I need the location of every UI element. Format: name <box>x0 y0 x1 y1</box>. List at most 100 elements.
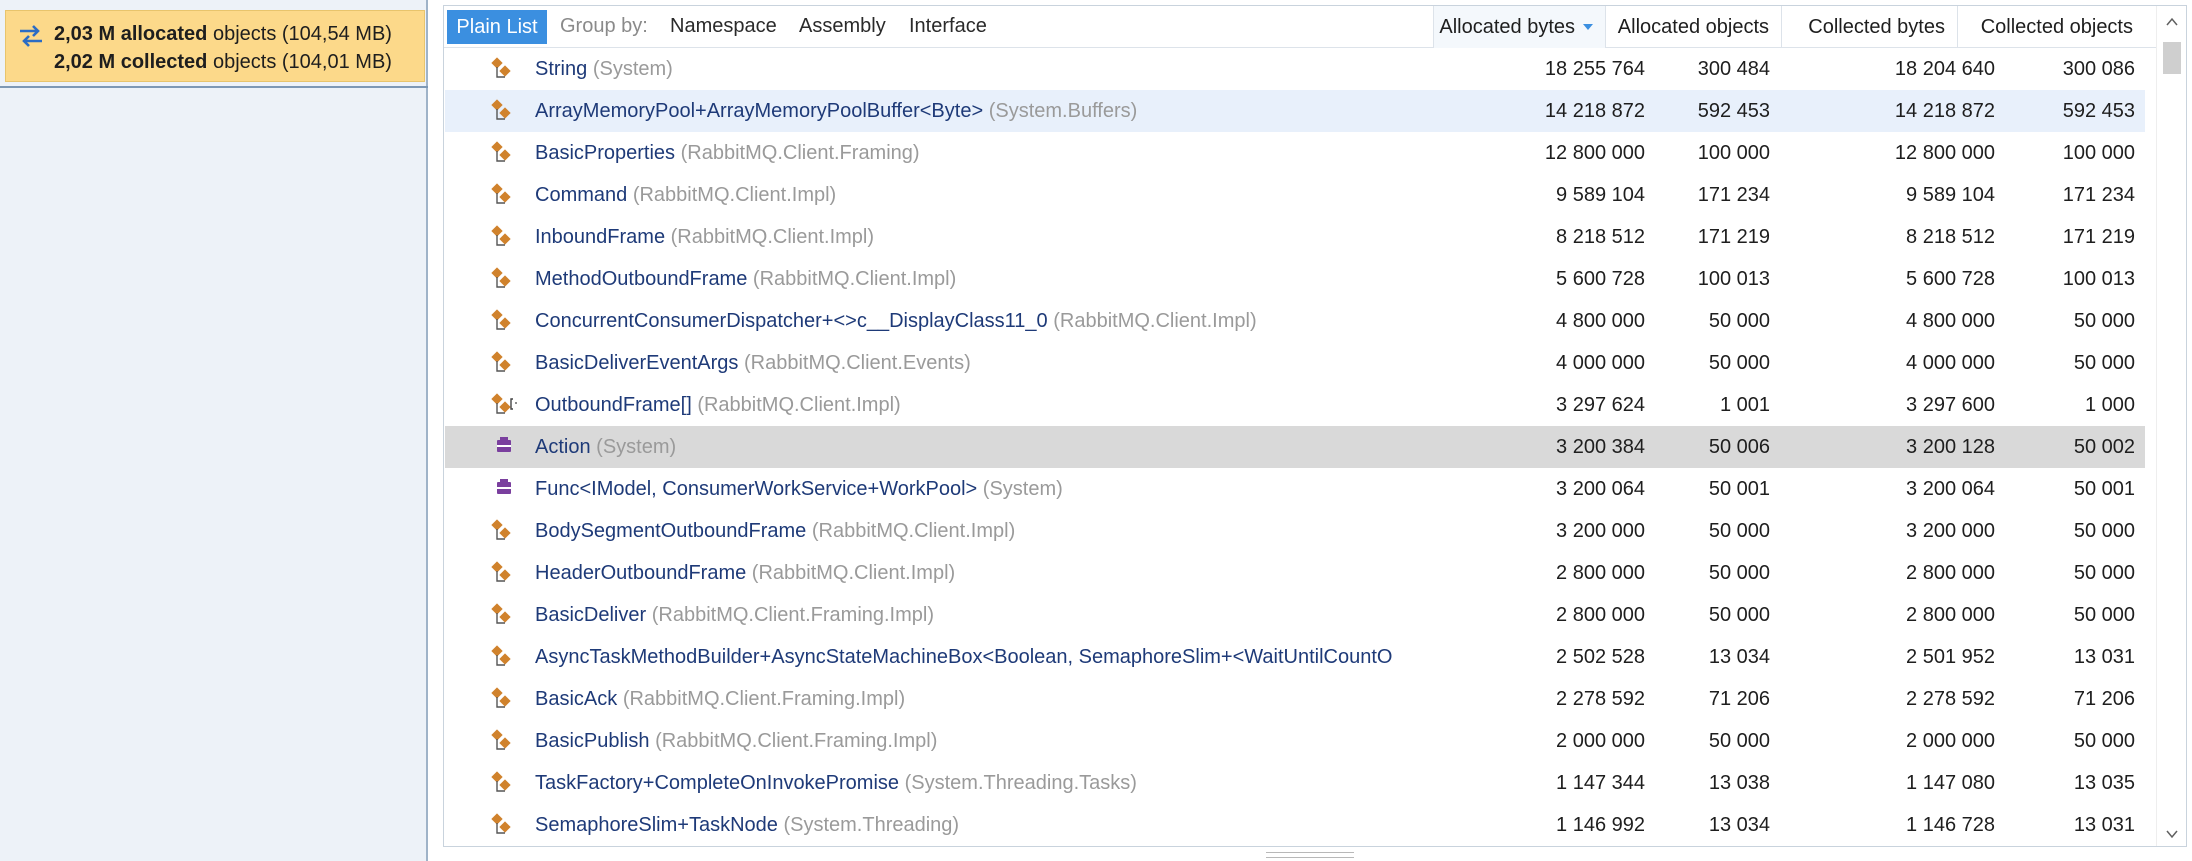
table-row[interactable]: BasicPublish (RabbitMQ.Client.Framing.Im… <box>445 720 2145 762</box>
allocated-bytes-cell: 18 255 764 <box>1544 58 1645 80</box>
plain-list-button[interactable]: Plain List <box>447 10 547 44</box>
class-icon <box>489 813 517 837</box>
allocated-bytes-cell: 2 800 000 <box>1556 604 1645 626</box>
class-icon <box>489 561 517 585</box>
collected-objects-cell: 171 234 <box>2062 184 2135 206</box>
collected-bytes-cell: 4 800 000 <box>1906 310 1995 332</box>
group-namespace-button[interactable]: Namespace <box>670 15 777 38</box>
table-row[interactable]: InboundFrame (RabbitMQ.Client.Impl) 8 218… <box>445 216 2145 258</box>
type-namespace: (RabbitMQ.Client.Impl) <box>811 520 1016 542</box>
allocated-objects-cell: 592 453 <box>1697 100 1770 122</box>
column-collected-objects[interactable]: Collected objects <box>1957 6 2145 48</box>
collected-objects-cell: 50 000 <box>2073 520 2135 542</box>
allocated-summary: 2,03 M allocated objects (104,54 MB) <box>54 23 392 45</box>
type-name: ConcurrentConsumerDispatcher+<>c__Displa… <box>535 310 1257 332</box>
table-row[interactable]: String (System) 18 255 764 300 484 18 204 6… <box>445 48 2145 90</box>
table-row[interactable]: Command (RabbitMQ.Client.Impl) 9 589 104 1… <box>445 174 2145 216</box>
type-name: BodySegmentOutboundFrame (RabbitMQ.Clien… <box>535 520 1016 542</box>
column-collected-bytes[interactable]: Collected bytes <box>1781 6 1957 48</box>
collected-bytes-cell: 9 589 104 <box>1906 184 1995 206</box>
group-by-label: Group by: <box>560 15 648 37</box>
types-grid: Plain List Group by: Namespace Assembly … <box>443 5 2187 847</box>
allocated-objects-cell: 13 034 <box>1708 646 1770 668</box>
table-row[interactable]: Func<IModel, ConsumerWorkService+WorkPoo… <box>445 468 2145 510</box>
table-row[interactable]: OutboundFrame[] (RabbitMQ.Client.Impl) 3 … <box>445 384 2145 426</box>
grid-header: Plain List Group by: Namespace Assembly … <box>444 6 2186 48</box>
scroll-down-icon[interactable] <box>2166 828 2178 840</box>
column-allocated-objects[interactable]: Allocated objects <box>1605 6 1781 48</box>
allocated-bytes-cell: 4 000 000 <box>1556 352 1645 374</box>
type-namespace: (System.Threading.Tasks) <box>904 772 1137 794</box>
type-namespace: (System) <box>596 436 677 458</box>
collected-bytes-cell: 4 000 000 <box>1906 352 1995 374</box>
table-row[interactable]: BasicAck (RabbitMQ.Client.Framing.Impl) 2… <box>445 678 2145 720</box>
allocated-bytes-cell: 12 800 000 <box>1544 142 1645 164</box>
collected-objects-cell: 300 086 <box>2062 58 2135 80</box>
table-row[interactable]: Action (System) 3 200 384 50 006 3 200 128 5… <box>445 426 2145 468</box>
table-row[interactable]: BodySegmentOutboundFrame (RabbitMQ.Clien… <box>445 510 2145 552</box>
collected-objects-cell: 50 001 <box>2073 478 2135 500</box>
collected-objects-cell: 71 206 <box>2073 688 2135 710</box>
table-row[interactable]: HeaderOutboundFrame (RabbitMQ.Client.Imp… <box>445 552 2145 594</box>
collected-objects-cell: 100 013 <box>2062 268 2135 290</box>
collected-objects-cell: 13 035 <box>2073 772 2135 794</box>
type-name: TaskFactory+CompleteOnInvokePromise (Sys… <box>535 772 1137 794</box>
table-row[interactable]: ConcurrentConsumerDispatcher+<>c__Displa… <box>445 300 2145 342</box>
allocated-objects-cell: 300 484 <box>1697 58 1770 80</box>
allocated-objects-cell: 50 000 <box>1708 730 1770 752</box>
allocated-bytes-cell: 8 218 512 <box>1556 226 1645 248</box>
group-interface-button[interactable]: Interface <box>909 15 987 38</box>
table-row[interactable]: SemaphoreSlim+TaskNode (System.Threading… <box>445 804 2145 846</box>
table-row[interactable]: TaskFactory+CompleteOnInvokePromise (Sys… <box>445 762 2145 804</box>
panel-splitter[interactable] <box>1266 852 1354 858</box>
scroll-up-icon[interactable] <box>2166 16 2178 28</box>
table-row[interactable]: BasicDeliverEventArgs (RabbitMQ.Client.E… <box>445 342 2145 384</box>
collected-objects-cell: 50 000 <box>2073 562 2135 584</box>
collected-bytes-cell: 18 204 640 <box>1894 58 1995 80</box>
type-namespace: (RabbitMQ.Client.Impl) <box>752 268 957 290</box>
type-namespace: (RabbitMQ.Client.Impl) <box>751 562 956 584</box>
collected-bytes-cell: 3 297 600 <box>1906 394 1995 416</box>
type-namespace: (RabbitMQ.Client.Impl) <box>697 394 901 416</box>
summary-card[interactable]: 2,03 M allocated objects (104,54 MB) 2,0… <box>5 10 425 82</box>
class-icon <box>489 687 517 711</box>
type-name: Func<IModel, ConsumerWorkService+WorkPoo… <box>535 478 1063 500</box>
collected-bytes-cell: 1 146 728 <box>1906 814 1995 836</box>
type-name: AsyncTaskMethodBuilder+AsyncStateMachine… <box>535 646 1393 668</box>
class-icon <box>489 183 517 207</box>
type-name: BasicAck (RabbitMQ.Client.Framing.Impl) <box>535 688 906 710</box>
collected-bytes-cell: 2 800 000 <box>1906 604 1995 626</box>
collected-objects-cell: 13 031 <box>2073 814 2135 836</box>
collected-bytes-cell: 1 147 080 <box>1906 772 1995 794</box>
column-allocated-bytes[interactable]: Allocated bytes <box>1433 6 1605 48</box>
table-row[interactable]: ArrayMemoryPool+ArrayMemoryPoolBuffer<By… <box>445 90 2145 132</box>
table-row[interactable]: AsyncTaskMethodBuilder+AsyncStateMachine… <box>445 636 2145 678</box>
sort-descending-icon <box>1583 24 1593 30</box>
table-row[interactable]: BasicDeliver (RabbitMQ.Client.Framing.Im… <box>445 594 2145 636</box>
collected-objects-cell: 50 000 <box>2073 310 2135 332</box>
scroll-thumb[interactable] <box>2163 42 2181 74</box>
collected-objects-cell: 50 000 <box>2073 730 2135 752</box>
type-namespace: (RabbitMQ.Client.Framing.Impl) <box>655 730 938 752</box>
type-name: HeaderOutboundFrame (RabbitMQ.Client.Imp… <box>535 562 956 584</box>
type-namespace: (System.Buffers) <box>988 100 1138 122</box>
allocated-objects-cell: 13 034 <box>1708 814 1770 836</box>
class-icon <box>489 99 517 123</box>
group-assembly-button[interactable]: Assembly <box>799 15 886 38</box>
table-row[interactable]: BasicProperties (RabbitMQ.Client.Framing… <box>445 132 2145 174</box>
allocated-objects-cell: 50 000 <box>1708 562 1770 584</box>
type-namespace: (RabbitMQ.Client.Impl) <box>1053 310 1257 332</box>
type-namespace: (RabbitMQ.Client.Framing.Impl) <box>622 688 906 710</box>
class-icon <box>489 645 517 669</box>
table-row[interactable]: MethodOutboundFrame (RabbitMQ.Client.Imp… <box>445 258 2145 300</box>
allocated-objects-cell: 50 000 <box>1708 520 1770 542</box>
collected-bytes-cell: 3 200 064 <box>1906 478 1995 500</box>
type-name: InboundFrame (RabbitMQ.Client.Impl) <box>535 226 875 248</box>
vertical-scrollbar[interactable] <box>2156 6 2186 846</box>
allocated-objects-cell: 171 234 <box>1697 184 1770 206</box>
collected-objects-cell: 1 000 <box>2084 394 2135 416</box>
array-icon <box>489 393 517 417</box>
type-namespace: (RabbitMQ.Client.Events) <box>743 352 971 374</box>
swap-arrows-icon <box>20 25 42 47</box>
allocated-objects-cell: 50 000 <box>1708 604 1770 626</box>
